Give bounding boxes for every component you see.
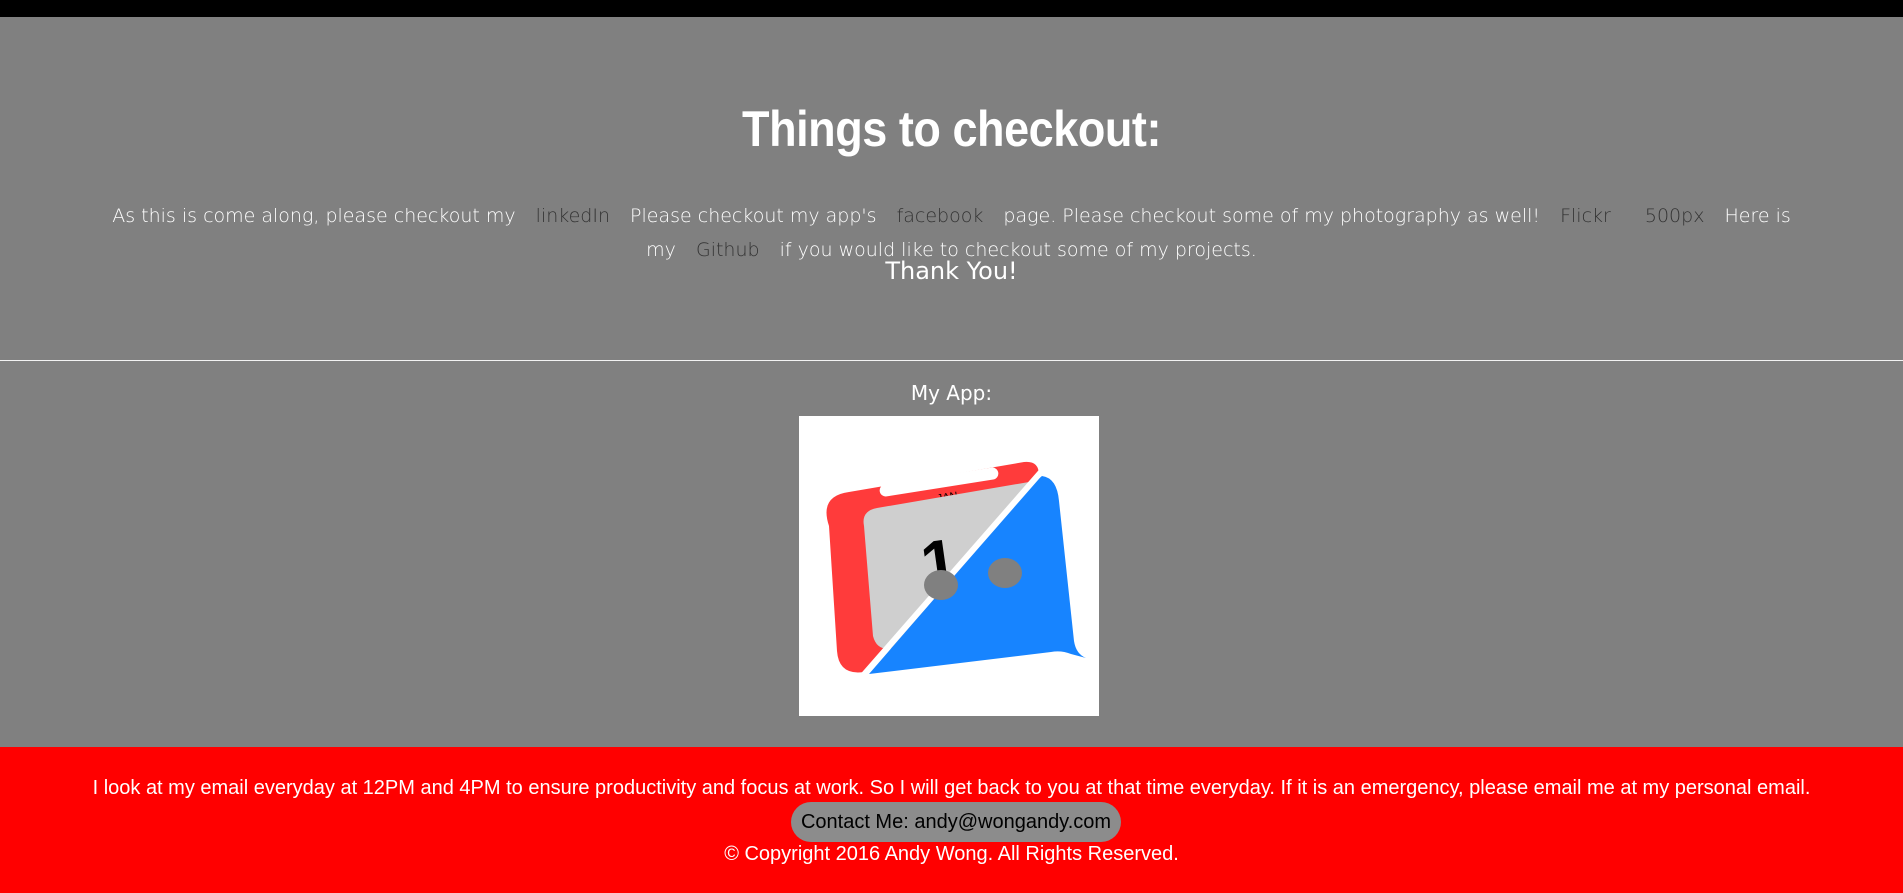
checkout-section: Things to checkout: As this is come alon… [0, 17, 1903, 360]
footer: I look at my email everyday at 12PM and … [0, 747, 1903, 893]
text: page. Please checkout some of my photogr… [1003, 205, 1541, 227]
app-icon[interactable]: JAN 1 [799, 416, 1099, 716]
text: Please checkout my app's [630, 205, 877, 227]
linkedin-link[interactable]: linkedIn [536, 205, 610, 227]
calendar-chat-app-icon: JAN 1 [826, 461, 1086, 680]
500px-link[interactable]: 500px [1645, 205, 1705, 227]
flickr-link[interactable]: Flickr [1560, 205, 1611, 227]
facebook-link[interactable]: facebook [897, 205, 984, 227]
text: As this is come along, please checkout m… [112, 205, 516, 227]
section-title: Things to checkout: [742, 101, 1161, 157]
email-hours-note: I look at my email everyday at 12PM and … [92, 777, 1811, 799]
contact-button[interactable]: Contact Me: andy@wongandy.com [791, 802, 1121, 842]
section-divider [0, 360, 1903, 361]
top-bar [0, 0, 1903, 17]
my-app-label: My App: [910, 381, 993, 405]
copyright-text: © Copyright 2016 Andy Wong. All Rights R… [724, 843, 1179, 865]
thank-you-text: Thank You! [885, 257, 1018, 285]
